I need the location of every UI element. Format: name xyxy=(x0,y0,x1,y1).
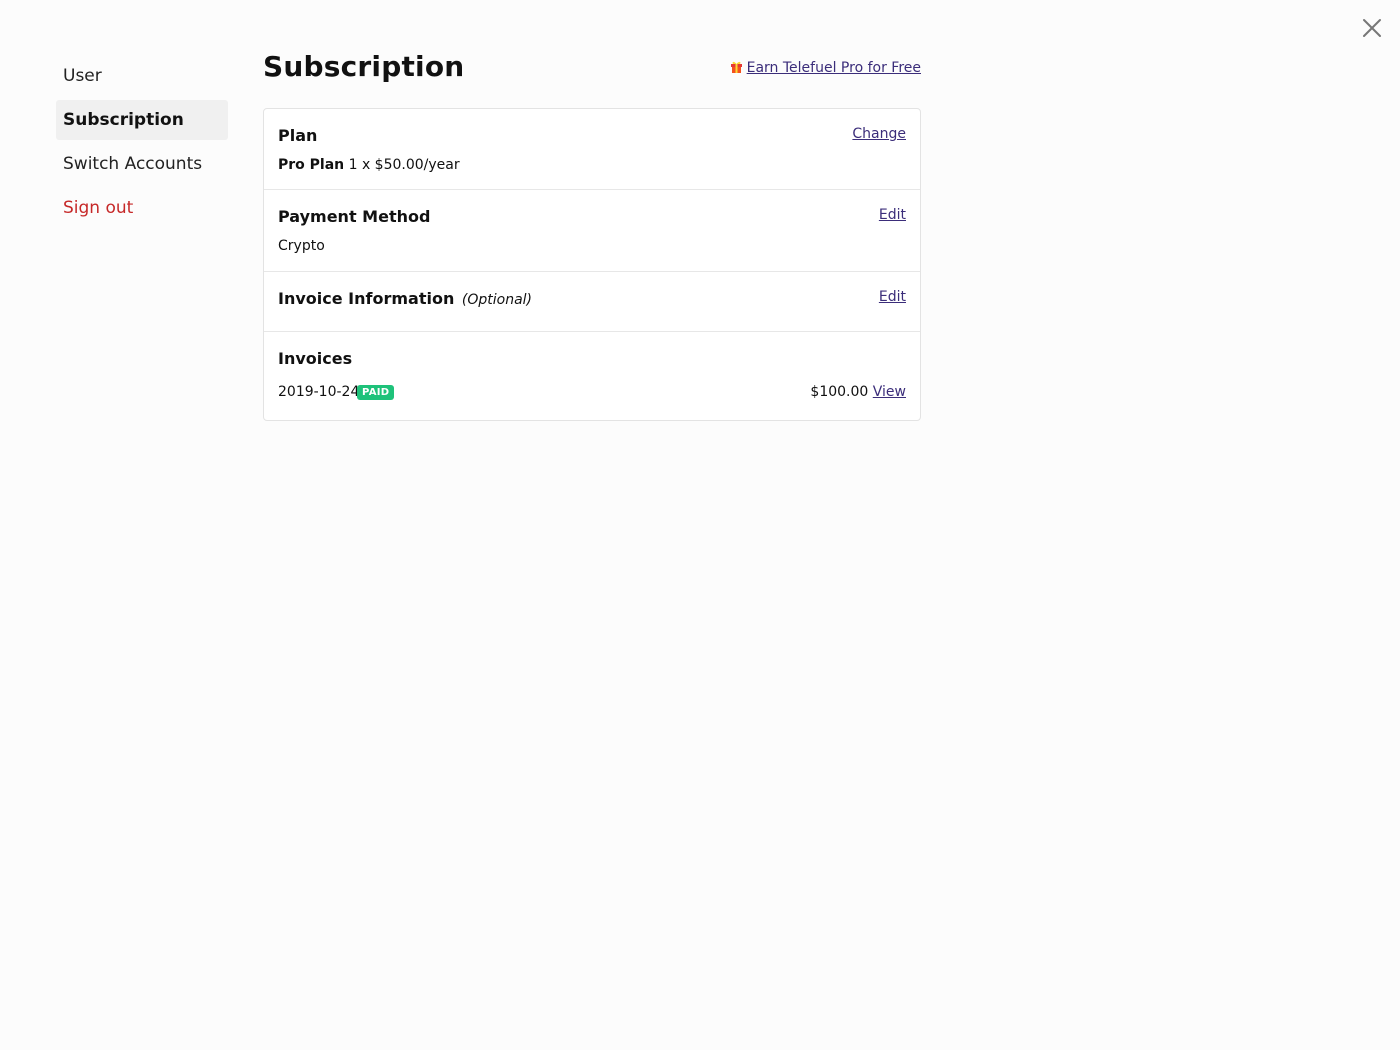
gift-icon xyxy=(730,61,742,73)
plan-value: Pro Plan 1 x $50.00/year xyxy=(278,157,460,173)
invoices-section: Invoices 2019-10-24 PAID $100.00 View xyxy=(264,331,920,420)
payment-method-title: Payment Method xyxy=(278,207,431,226)
edit-invoice-info-link[interactable]: Edit xyxy=(879,289,906,305)
page-title: Subscription xyxy=(263,50,465,83)
payment-method-value: Crypto xyxy=(278,238,325,254)
header: Subscription Earn Telefuel Pro for Free xyxy=(263,44,921,108)
plan-detail: 1 x $50.00/year xyxy=(348,157,460,173)
sidebar-item-user[interactable]: User xyxy=(56,56,228,96)
payment-method-section: Payment Method Edit Crypto xyxy=(264,189,920,271)
edit-payment-link[interactable]: Edit xyxy=(879,207,906,223)
change-plan-link[interactable]: Change xyxy=(852,126,906,142)
subscription-card: Plan Change Pro Plan 1 x $50.00/year Pay… xyxy=(263,108,921,421)
plan-name: Pro Plan xyxy=(278,157,345,173)
invoice-date: 2019-10-24 xyxy=(278,384,360,400)
invoice-information-label: Invoice Information xyxy=(278,289,455,308)
view-invoice-link[interactable]: View xyxy=(873,384,906,400)
sidebar-item-switch-accounts[interactable]: Switch Accounts xyxy=(56,144,228,184)
plan-title: Plan xyxy=(278,126,318,145)
invoice-row: 2019-10-24 PAID $100.00 View xyxy=(278,384,906,402)
earn-pro-link[interactable]: Earn Telefuel Pro for Free xyxy=(730,60,921,76)
sidebar-item-subscription[interactable]: Subscription xyxy=(56,100,228,140)
close-icon[interactable] xyxy=(1361,17,1383,39)
optional-label: (Optional) xyxy=(461,292,533,308)
status-badge: PAID xyxy=(357,385,395,400)
earn-pro-label: Earn Telefuel Pro for Free xyxy=(746,60,921,76)
invoices-title: Invoices xyxy=(278,349,353,368)
subscription-panel: Subscription Earn Telefuel Pro for Free … xyxy=(263,44,921,421)
invoice-information-section: Invoice Information (Optional) Edit xyxy=(264,271,920,331)
plan-section: Plan Change Pro Plan 1 x $50.00/year xyxy=(264,109,920,189)
invoice-amount: $100.00 xyxy=(810,384,869,400)
invoice-amount-group: $100.00 View xyxy=(810,384,906,400)
settings-sidebar: User Subscription Switch Accounts Sign o… xyxy=(56,56,228,232)
invoice-information-title: Invoice Information (Optional) xyxy=(278,289,532,308)
sidebar-item-sign-out[interactable]: Sign out xyxy=(56,188,228,228)
